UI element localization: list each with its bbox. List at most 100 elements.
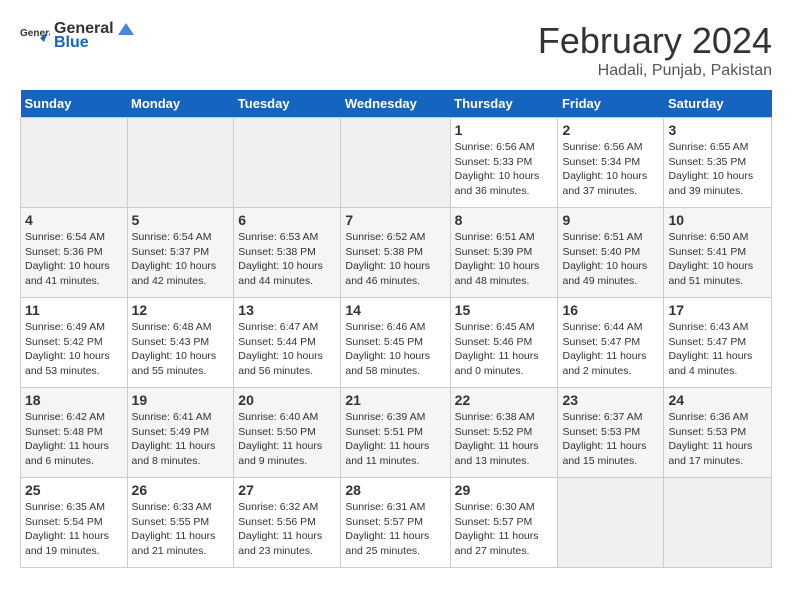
- day-info: Sunrise: 6:47 AM Sunset: 5:44 PM Dayligh…: [238, 320, 336, 379]
- day-info: Sunrise: 6:43 AM Sunset: 5:47 PM Dayligh…: [668, 320, 767, 379]
- day-info: Sunrise: 6:49 AM Sunset: 5:42 PM Dayligh…: [25, 320, 123, 379]
- calendar-cell: 19 Sunrise: 6:41 AM Sunset: 5:49 PM Dayli…: [127, 388, 234, 478]
- day-number: 2: [562, 122, 659, 138]
- column-header-wednesday: Wednesday: [341, 90, 450, 118]
- day-info: Sunrise: 6:40 AM Sunset: 5:50 PM Dayligh…: [238, 410, 336, 469]
- day-info: Sunrise: 6:56 AM Sunset: 5:34 PM Dayligh…: [562, 140, 659, 199]
- day-info: Sunrise: 6:46 AM Sunset: 5:45 PM Dayligh…: [345, 320, 445, 379]
- day-info: Sunrise: 6:30 AM Sunset: 5:57 PM Dayligh…: [455, 500, 554, 559]
- logo-icon: General: [20, 24, 50, 48]
- day-info: Sunrise: 6:37 AM Sunset: 5:53 PM Dayligh…: [562, 410, 659, 469]
- day-number: 14: [345, 302, 445, 318]
- column-header-saturday: Saturday: [664, 90, 772, 118]
- day-info: Sunrise: 6:44 AM Sunset: 5:47 PM Dayligh…: [562, 320, 659, 379]
- calendar-cell: 25Sunrise: 6:35 AM Sunset: 5:54 PM Dayli…: [21, 478, 128, 568]
- calendar-cell: 22 Sunrise: 6:38 AM Sunset: 5:52 PM Dayli…: [450, 388, 558, 478]
- day-number: 29: [455, 482, 554, 498]
- day-info: Sunrise: 6:35 AM Sunset: 5:54 PM Dayligh…: [25, 500, 123, 559]
- day-number: 24: [668, 392, 767, 408]
- day-number: 27: [238, 482, 336, 498]
- calendar-cell: 4 Sunrise: 6:54 AM Sunset: 5:36 PM Daylig…: [21, 208, 128, 298]
- subtitle: Hadali, Punjab, Pakistan: [538, 62, 772, 80]
- day-info: Sunrise: 6:51 AM Sunset: 5:40 PM Dayligh…: [562, 230, 659, 289]
- day-number: 18: [25, 392, 123, 408]
- column-header-monday: Monday: [127, 90, 234, 118]
- day-number: 10: [668, 212, 767, 228]
- calendar-cell: 26 Sunrise: 6:33 AM Sunset: 5:55 PM Dayli…: [127, 478, 234, 568]
- calendar-cell: 2 Sunrise: 6:56 AM Sunset: 5:34 PM Daylig…: [558, 118, 664, 208]
- day-info: Sunrise: 6:45 AM Sunset: 5:46 PM Dayligh…: [455, 320, 554, 379]
- day-number: 3: [668, 122, 767, 138]
- day-number: 13: [238, 302, 336, 318]
- calendar-cell: [234, 118, 341, 208]
- calendar-cell: 24 Sunrise: 6:36 AM Sunset: 5:53 PM Dayli…: [664, 388, 772, 478]
- day-number: 15: [455, 302, 554, 318]
- calendar-cell: 12 Sunrise: 6:48 AM Sunset: 5:43 PM Dayli…: [127, 298, 234, 388]
- day-number: 21: [345, 392, 445, 408]
- logo: General General Blue: [20, 20, 136, 52]
- day-number: 11: [25, 302, 123, 318]
- calendar-cell: 29 Sunrise: 6:30 AM Sunset: 5:57 PM Dayli…: [450, 478, 558, 568]
- calendar-cell: 21 Sunrise: 6:39 AM Sunset: 5:51 PM Dayli…: [341, 388, 450, 478]
- day-number: 22: [455, 392, 554, 408]
- title-area: February 2024 Hadali, Punjab, Pakistan: [538, 20, 772, 80]
- day-number: 19: [132, 392, 230, 408]
- calendar-cell: 6 Sunrise: 6:53 AM Sunset: 5:38 PM Daylig…: [234, 208, 341, 298]
- calendar-cell: 23 Sunrise: 6:37 AM Sunset: 5:53 PM Dayli…: [558, 388, 664, 478]
- calendar-cell: 3 Sunrise: 6:55 AM Sunset: 5:35 PM Daylig…: [664, 118, 772, 208]
- calendar-cell: [127, 118, 234, 208]
- day-info: Sunrise: 6:42 AM Sunset: 5:48 PM Dayligh…: [25, 410, 123, 469]
- calendar-cell: 16 Sunrise: 6:44 AM Sunset: 5:47 PM Dayli…: [558, 298, 664, 388]
- calendar-cell: 17 Sunrise: 6:43 AM Sunset: 5:47 PM Dayli…: [664, 298, 772, 388]
- day-info: Sunrise: 6:41 AM Sunset: 5:49 PM Dayligh…: [132, 410, 230, 469]
- day-number: 12: [132, 302, 230, 318]
- day-number: 23: [562, 392, 659, 408]
- calendar-cell: 7 Sunrise: 6:52 AM Sunset: 5:38 PM Daylig…: [341, 208, 450, 298]
- day-number: 20: [238, 392, 336, 408]
- day-number: 16: [562, 302, 659, 318]
- calendar-cell: 9 Sunrise: 6:51 AM Sunset: 5:40 PM Daylig…: [558, 208, 664, 298]
- day-info: Sunrise: 6:33 AM Sunset: 5:55 PM Dayligh…: [132, 500, 230, 559]
- day-info: Sunrise: 6:51 AM Sunset: 5:39 PM Dayligh…: [455, 230, 554, 289]
- day-info: Sunrise: 6:48 AM Sunset: 5:43 PM Dayligh…: [132, 320, 230, 379]
- column-header-thursday: Thursday: [450, 90, 558, 118]
- header: General General Blue February 2024 Hadal…: [20, 20, 772, 80]
- day-number: 28: [345, 482, 445, 498]
- day-number: 4: [25, 212, 123, 228]
- day-info: Sunrise: 6:52 AM Sunset: 5:38 PM Dayligh…: [345, 230, 445, 289]
- calendar-table: SundayMondayTuesdayWednesdayThursdayFrid…: [20, 90, 772, 568]
- day-info: Sunrise: 6:53 AM Sunset: 5:38 PM Dayligh…: [238, 230, 336, 289]
- day-number: 1: [455, 122, 554, 138]
- column-header-sunday: Sunday: [21, 90, 128, 118]
- calendar-cell: 20 Sunrise: 6:40 AM Sunset: 5:50 PM Dayli…: [234, 388, 341, 478]
- calendar-cell: 10 Sunrise: 6:50 AM Sunset: 5:41 PM Dayli…: [664, 208, 772, 298]
- day-number: 17: [668, 302, 767, 318]
- day-info: Sunrise: 6:32 AM Sunset: 5:56 PM Dayligh…: [238, 500, 336, 559]
- calendar-cell: 1Sunrise: 6:56 AM Sunset: 5:33 PM Daylig…: [450, 118, 558, 208]
- day-number: 8: [455, 212, 554, 228]
- calendar-cell: [664, 478, 772, 568]
- day-info: Sunrise: 6:31 AM Sunset: 5:57 PM Dayligh…: [345, 500, 445, 559]
- day-info: Sunrise: 6:54 AM Sunset: 5:36 PM Dayligh…: [25, 230, 123, 289]
- day-info: Sunrise: 6:50 AM Sunset: 5:41 PM Dayligh…: [668, 230, 767, 289]
- day-info: Sunrise: 6:54 AM Sunset: 5:37 PM Dayligh…: [132, 230, 230, 289]
- column-header-friday: Friday: [558, 90, 664, 118]
- day-number: 5: [132, 212, 230, 228]
- day-number: 7: [345, 212, 445, 228]
- calendar-cell: [558, 478, 664, 568]
- day-number: 9: [562, 212, 659, 228]
- calendar-cell: 28 Sunrise: 6:31 AM Sunset: 5:57 PM Dayli…: [341, 478, 450, 568]
- calendar-cell: [341, 118, 450, 208]
- calendar-cell: 27 Sunrise: 6:32 AM Sunset: 5:56 PM Dayli…: [234, 478, 341, 568]
- day-info: Sunrise: 6:55 AM Sunset: 5:35 PM Dayligh…: [668, 140, 767, 199]
- day-info: Sunrise: 6:39 AM Sunset: 5:51 PM Dayligh…: [345, 410, 445, 469]
- day-info: Sunrise: 6:38 AM Sunset: 5:52 PM Dayligh…: [455, 410, 554, 469]
- main-title: February 2024: [538, 20, 772, 62]
- calendar-cell: 13 Sunrise: 6:47 AM Sunset: 5:44 PM Dayli…: [234, 298, 341, 388]
- day-info: Sunrise: 6:36 AM Sunset: 5:53 PM Dayligh…: [668, 410, 767, 469]
- day-number: 26: [132, 482, 230, 498]
- calendar-cell: 11 Sunrise: 6:49 AM Sunset: 5:42 PM Dayli…: [21, 298, 128, 388]
- calendar-cell: 5 Sunrise: 6:54 AM Sunset: 5:37 PM Daylig…: [127, 208, 234, 298]
- calendar-cell: 8 Sunrise: 6:51 AM Sunset: 5:39 PM Daylig…: [450, 208, 558, 298]
- day-number: 6: [238, 212, 336, 228]
